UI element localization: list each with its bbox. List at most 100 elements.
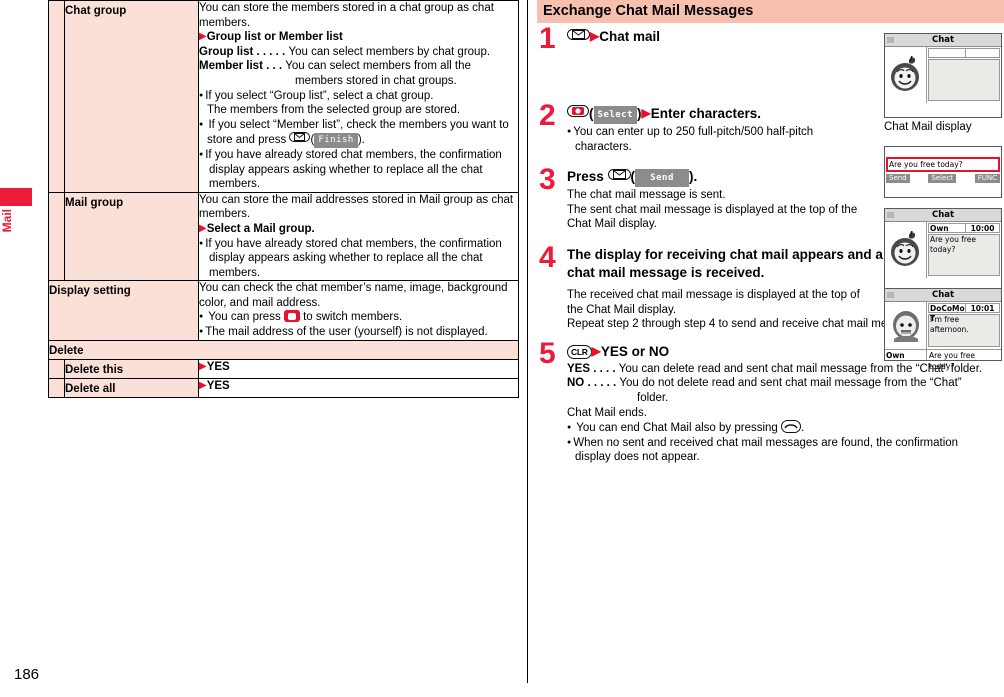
row-description: You can store the mail addresses stored …: [199, 193, 518, 281]
arrow-icon: ▶: [199, 379, 207, 391]
side-tab-label: Mail: [0, 209, 14, 233]
table-group-header-row: Delete: [48, 339, 519, 360]
desc-line: display appears asking whether to replac…: [209, 163, 483, 176]
row-desc-cell: You can store the mail addresses stored …: [198, 191, 519, 281]
compose-input[interactable]: Are you free today?: [886, 157, 1000, 172]
phone-screen: Chat: [884, 33, 1002, 118]
row-label: Delete all: [65, 382, 116, 395]
sender-name: [928, 48, 966, 58]
term: Group list . . . . .: [199, 45, 286, 58]
desc-bullet: If you have already stored chat members,…: [199, 148, 518, 163]
side-tab: Mail: [0, 188, 32, 232]
step-number: 1: [539, 22, 556, 55]
step-number: 5: [539, 336, 556, 370]
term: Member list . . .: [199, 60, 283, 73]
table-row: Mail group You can store the mail addres…: [48, 191, 519, 281]
mail-key-icon: [567, 29, 590, 40]
desc-bullet: If you select “Group list”, select a cha…: [199, 89, 518, 104]
screen-title: Chat: [885, 209, 1001, 222]
antenna-icon: [887, 292, 894, 298]
step-text: The chat mail message is sent. The sent …: [567, 188, 887, 232]
desc-line: The members from the selected group are …: [207, 104, 461, 117]
screenshot-sent: Chat Own 10:00 Are you free today?: [884, 208, 1002, 293]
antenna-icon: [887, 212, 894, 218]
antenna-icon: [887, 37, 894, 43]
section-title: Exchange Chat Mail Messages: [537, 0, 1004, 23]
term: YES . . . .: [567, 362, 616, 375]
term-desc: You can select members from all the: [285, 60, 471, 73]
term-desc: You do not delete read and sent chat mai…: [619, 377, 962, 390]
desc-line: You can check the chat member’s name, im…: [199, 282, 508, 309]
page-number: 186: [14, 666, 40, 683]
group-header-cell: Delete: [48, 339, 519, 360]
step-line: folder.: [637, 391, 669, 404]
screen-body: DoCoMo T 10:01 I’m free afternoon.: [885, 302, 1001, 349]
end-key-icon: [781, 420, 802, 434]
row-gutter: [48, 377, 65, 398]
side-tab-block: [0, 188, 32, 206]
arrow-icon: ▶: [199, 31, 207, 43]
row-label: Delete this: [65, 363, 124, 376]
term-desc: You can delete read and sent chat mail m…: [618, 362, 983, 375]
avatar: [885, 302, 927, 349]
softkey-center[interactable]: Select: [928, 174, 956, 183]
bullet-text: store and press: [207, 134, 290, 147]
avatar: [885, 47, 927, 103]
step-heading: ▶Chat mail: [567, 27, 887, 46]
step-number: 2: [539, 99, 556, 132]
arrow-icon: ▶: [591, 343, 601, 358]
left-column: Chat group You can store the members sto…: [48, 0, 519, 398]
desc-line: You can store the mail addresses stored …: [199, 193, 514, 221]
phone-screen: Chat: [884, 208, 1002, 293]
row-label-cell: Delete this: [64, 358, 199, 379]
screen-body: [885, 47, 1001, 103]
screenshot-chat-display: Chat Chat Mail display: [884, 33, 1002, 133]
row-gutter: [48, 191, 65, 281]
screen-title: Chat: [885, 289, 1001, 302]
step-heading-text: Enter characters.: [650, 106, 762, 121]
bullet-text: You can press: [208, 311, 284, 324]
select-softkey: Select: [593, 106, 638, 124]
sender-name: DoCoMo T: [928, 303, 966, 323]
step-line: characters.: [575, 140, 632, 153]
arrow-icon: ▶: [590, 29, 600, 43]
desc-line: members.: [209, 266, 261, 279]
step-heading: (Select)▶Enter characters.: [567, 104, 887, 124]
desc-line: Group list or Member list: [206, 31, 343, 44]
step-heading: Press (Send).: [567, 168, 887, 188]
step-bullet: You can end Chat Mail also by pressing .: [567, 420, 1004, 436]
message-time: 10:01: [966, 303, 1000, 313]
footer-sender-name: Own: [885, 350, 927, 360]
screen-title-text: Chat: [931, 290, 955, 300]
row-desc-cell: You can check the chat member’s name, im…: [198, 280, 519, 341]
row-desc-cell: You can store the members stored in a ch…: [198, 0, 519, 193]
step-line: Chat Mail display.: [567, 218, 657, 231]
screen-title: Chat: [885, 34, 1001, 47]
step-heading: The display for receiving chat mail appe…: [567, 246, 883, 280]
desc-line: Group list . . . . . You can select memb…: [199, 45, 518, 60]
step-number: 4: [539, 240, 556, 274]
row-label-cell: Delete all: [64, 377, 199, 398]
screen-pad: [885, 147, 1001, 157]
step-line: The chat mail message is sent.: [567, 189, 726, 202]
step-line: display does not appear.: [575, 451, 700, 464]
softkey-right[interactable]: FUNC: [974, 174, 1000, 183]
row-label-cell: Chat group: [64, 0, 199, 193]
row-label: Mail group: [65, 196, 124, 209]
manual-page: Mail 186 Chat group You can store the me…: [0, 0, 1004, 697]
softkey-bar: Send Select FUNC: [885, 174, 1001, 183]
step-body: The display for receiving chat mail appe…: [567, 246, 927, 332]
desc-line: Select a Mail group.: [206, 222, 315, 235]
desc-line: members.: [209, 178, 261, 191]
desc-line: display appears asking whether to replac…: [209, 252, 483, 265]
row-gutter: [48, 0, 65, 193]
step-body: (Select)▶Enter characters. You can enter…: [567, 104, 887, 154]
clr-key-icon: CLR: [567, 344, 592, 359]
softkey-left[interactable]: Send: [886, 174, 910, 183]
row-description: ▶YES: [199, 379, 518, 394]
row-value: YES: [206, 379, 230, 392]
message-time: [966, 48, 1000, 58]
message-cell: [927, 47, 1001, 103]
finish-softkey: Finish: [314, 133, 358, 148]
group-header-label: Delete: [49, 344, 84, 357]
